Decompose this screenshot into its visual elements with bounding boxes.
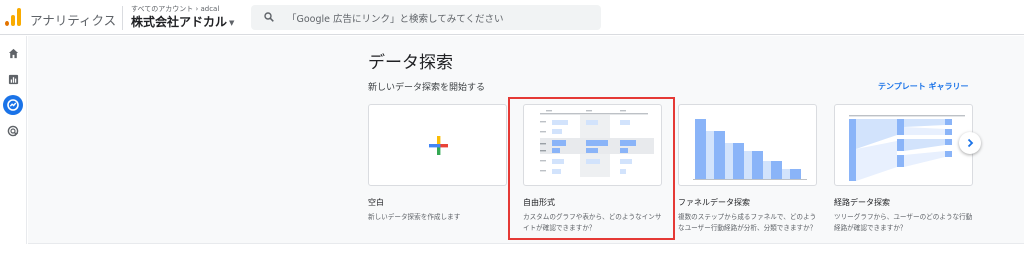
template-card-blank[interactable]: 空白 新しいデータ探索を作成します: [368, 104, 507, 223]
card-description: カスタムのグラフや表から、どのようなインサイトが確認できますか？: [523, 213, 662, 232]
nav-reports[interactable]: [3, 69, 23, 89]
card-description: 複数のステップから成るファネルで、どのようなユーザー行動経路が分析、分類できます…: [678, 213, 817, 232]
template-gallery-link[interactable]: テンプレート ギャラリー: [878, 81, 969, 92]
property-name: 株式会社アドカル: [131, 15, 228, 29]
property-selector[interactable]: 株式会社アドカル ▼: [131, 13, 234, 30]
search-placeholder: 「Google 広告にリンク」と検索してみてください: [287, 14, 504, 25]
card-description: 新しいデータ探索を作成します: [368, 213, 461, 221]
app-name: アナリティクス: [30, 13, 117, 28]
left-nav: [0, 36, 27, 244]
nav-advertising[interactable]: [3, 121, 23, 141]
table-chart-icon: [540, 110, 654, 177]
template-card-free-form[interactable]: 自由形式 カスタムのグラフや表から、どのようなインサイトが確認できますか？: [523, 104, 662, 233]
blank-thumbnail: [368, 104, 507, 186]
path-tree-icon: [849, 115, 965, 181]
home-icon: [8, 48, 18, 58]
header-divider: [122, 6, 123, 30]
nav-home[interactable]: [3, 43, 23, 63]
plus-icon: [429, 136, 448, 155]
card-title: 経路データ探索: [834, 198, 890, 207]
search-icon: [264, 12, 274, 22]
reports-icon: [8, 74, 18, 84]
section-label: 新しいデータ探索を開始する: [368, 83, 486, 93]
free-form-thumbnail: [523, 104, 662, 186]
funnel-thumbnail: [678, 104, 817, 186]
card-title: 空白: [368, 198, 384, 207]
card-title: 自由形式: [523, 198, 555, 207]
card-title: ファネルデータ探索: [678, 198, 750, 207]
advertising-icon: [7, 125, 19, 137]
caret-down-icon: ▼: [229, 18, 235, 27]
top-app-bar: アナリティクス すべてのアカウント › adcal 株式会社アドカル ▼ 「Goo…: [0, 0, 1024, 35]
explore-icon: [7, 99, 19, 111]
explorations-page: データ探索 新しいデータ探索を開始する テンプレート ギャラリー 空白 新しいデ…: [28, 36, 1024, 244]
page-title: データ探索: [368, 53, 453, 73]
template-card-path[interactable]: 経路データ探索 ツリーグラフから、ユーザーのどのような行動経路が確認できますか？: [834, 104, 973, 233]
search-bar[interactable]: 「Google 広告にリンク」と検索してみてください: [251, 5, 601, 30]
chevron-right-icon: [967, 138, 974, 148]
nav-explore[interactable]: [3, 95, 23, 115]
analytics-logo-icon[interactable]: [5, 8, 21, 26]
card-description: ツリーグラフから、ユーザーのどのような行動経路が確認できますか？: [834, 213, 973, 232]
path-thumbnail: [834, 104, 973, 186]
template-card-funnel[interactable]: ファネルデータ探索 複数のステップから成るファネルで、どのようなユーザー行動経路…: [678, 104, 817, 233]
funnel-chart-icon: [693, 119, 807, 180]
carousel-next-button[interactable]: [959, 132, 981, 154]
